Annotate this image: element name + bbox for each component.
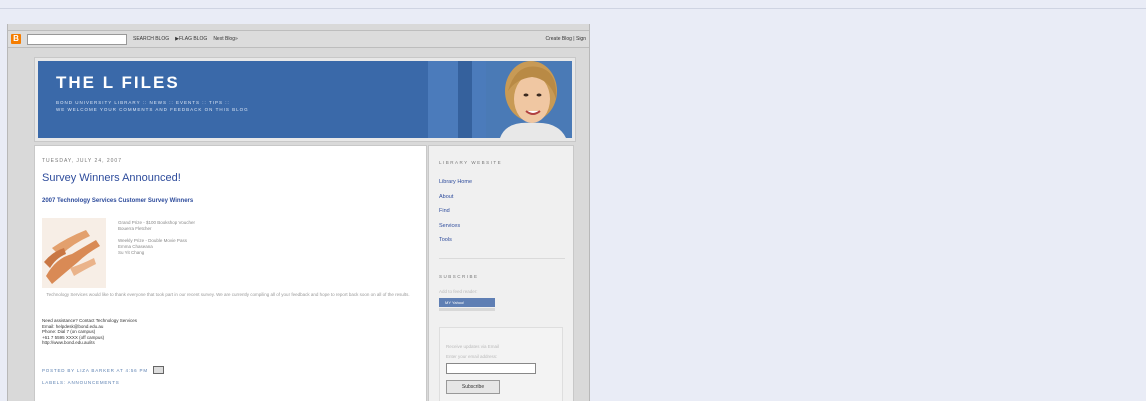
sidebar: LIBRARY WEBSITE Library Home About Find … — [428, 145, 574, 401]
post-labels[interactable]: LABELS: ANNOUNCEMENTS — [42, 380, 120, 385]
sidebar-link-about[interactable]: About — [439, 190, 472, 205]
blog-tagline: BOND UNIVERSITY LIBRARY :: NEWS :: EVENT… — [56, 99, 249, 113]
post-subtitle: 2007 Technology Services Customer Survey… — [42, 198, 194, 204]
email-post-icon[interactable] — [152, 366, 164, 374]
email-updates-label: Receive updates via Email — [446, 344, 500, 349]
tagline-line-1: BOND UNIVERSITY LIBRARY :: NEWS :: EVENT… — [56, 100, 230, 105]
next-blog-link[interactable]: Next Blog» — [213, 36, 237, 42]
hands-photo — [42, 218, 106, 288]
sidebar-divider — [439, 258, 565, 259]
contact-line: Need assistance? Contact Technology Serv… — [42, 318, 137, 323]
navbar-search-input[interactable] — [27, 33, 127, 45]
email-subscribe-box: Receive updates via Email Enter your ema… — [439, 327, 563, 401]
sidebar-link-services[interactable]: Services — [439, 219, 472, 234]
blog-screenshot: B SEARCH BLOG ▶FLAG BLOG Next Blog» Crea… — [7, 24, 590, 401]
sidebar-links: Library Home About Find Services Tools — [439, 175, 472, 248]
post-date: TUESDAY, JULY 24, 2007 — [42, 158, 122, 164]
post-title[interactable]: Survey Winners Announced! — [42, 172, 181, 184]
sidebar-link-find[interactable]: Find — [439, 204, 472, 219]
email-address-input[interactable] — [446, 363, 536, 374]
contact-url[interactable]: http://www.bond.edu.au/its — [42, 340, 137, 346]
subscribe-heading: SUBSCRIBE — [439, 274, 479, 279]
prize-list: Grand Prize - $100 Bookshop Voucher Boue… — [118, 220, 195, 256]
create-blog-link[interactable]: Create Blog | Sign — [546, 36, 587, 42]
blogger-navbar: B SEARCH BLOG ▶FLAG BLOG Next Blog» Crea… — [8, 30, 589, 48]
tagline-line-2: WE WELCOME YOUR COMMENTS AND FEEDBACK ON… — [56, 107, 249, 112]
blog-title[interactable]: THE L FILES — [56, 73, 180, 93]
post-footer: POSTED BY LIZA BARKER AT 4:56 PM — [42, 366, 164, 374]
header-decor-stripe-dark — [458, 61, 472, 138]
feed-button-underline — [439, 308, 495, 311]
blogger-logo-icon[interactable]: B — [11, 34, 21, 44]
page-top-strip — [0, 0, 1146, 9]
header-banner: THE L FILES BOND UNIVERSITY LIBRARY :: N… — [38, 61, 572, 138]
search-blog-button[interactable]: SEARCH BLOG — [133, 36, 169, 42]
library-website-heading: LIBRARY WEBSITE — [439, 160, 503, 165]
blog-header: THE L FILES BOND UNIVERSITY LIBRARY :: N… — [34, 57, 576, 142]
sidebar-link-tools[interactable]: Tools — [439, 233, 472, 248]
yahoo-feed-button[interactable]: MY Yahoo! — [439, 298, 495, 307]
flag-blog-button[interactable]: ▶FLAG BLOG — [175, 36, 207, 42]
feed-reader-label: Add to feed reader: — [439, 289, 478, 294]
contact-block: Need assistance? Contact Technology Serv… — [42, 318, 137, 346]
email-address-label: Enter your email address: — [446, 354, 498, 359]
weekly-winner-2: Su Yit Chang — [118, 250, 145, 255]
post-column: TUESDAY, JULY 24, 2007 Survey Winners An… — [34, 145, 427, 401]
sidebar-link-library-home[interactable]: Library Home — [439, 175, 472, 190]
subscribe-button[interactable]: Subscribe — [446, 380, 500, 394]
post-paragraph: Technology Services would like to thank … — [46, 292, 410, 297]
header-woman-photo — [486, 61, 572, 138]
posted-by[interactable]: POSTED BY LIZA BARKER AT 4:56 PM — [42, 368, 148, 373]
